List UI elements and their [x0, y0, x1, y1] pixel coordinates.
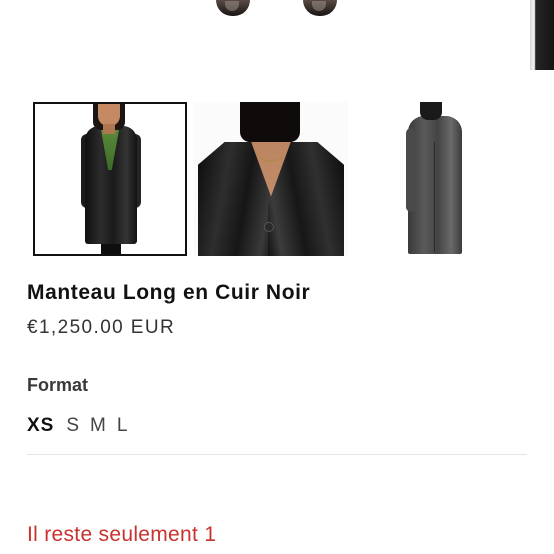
- main-product-image: [0, 0, 554, 70]
- coat-back-image: [356, 102, 510, 256]
- thumbnail-closeup-view[interactable]: [194, 102, 348, 256]
- coat-front-image: [35, 104, 185, 254]
- size-selector: XS S M L: [27, 415, 128, 437]
- hero-image-detail-right: [303, 0, 337, 16]
- thumbnail-front-view[interactable]: [33, 102, 187, 256]
- size-option-s[interactable]: S: [66, 415, 80, 437]
- next-image-peek[interactable]: [530, 0, 554, 70]
- stock-warning: Il reste seulement 1: [27, 523, 217, 546]
- product-price: €1,250.00 EUR: [27, 317, 176, 338]
- format-label: Format: [27, 375, 89, 395]
- divider: [27, 454, 527, 455]
- product-page: Manteau Long en Cuir Noir €1,250.00 EUR …: [0, 0, 554, 554]
- thumbnail-back-view[interactable]: [356, 102, 510, 256]
- coat-closeup-image: [194, 102, 348, 256]
- size-option-m[interactable]: M: [90, 415, 107, 437]
- size-option-l[interactable]: L: [117, 415, 129, 437]
- hero-image-detail-left: [216, 0, 250, 16]
- thumbnail-gallery: [0, 102, 554, 258]
- product-title: Manteau Long en Cuir Noir: [27, 281, 311, 304]
- size-option-xs[interactable]: XS: [27, 415, 54, 437]
